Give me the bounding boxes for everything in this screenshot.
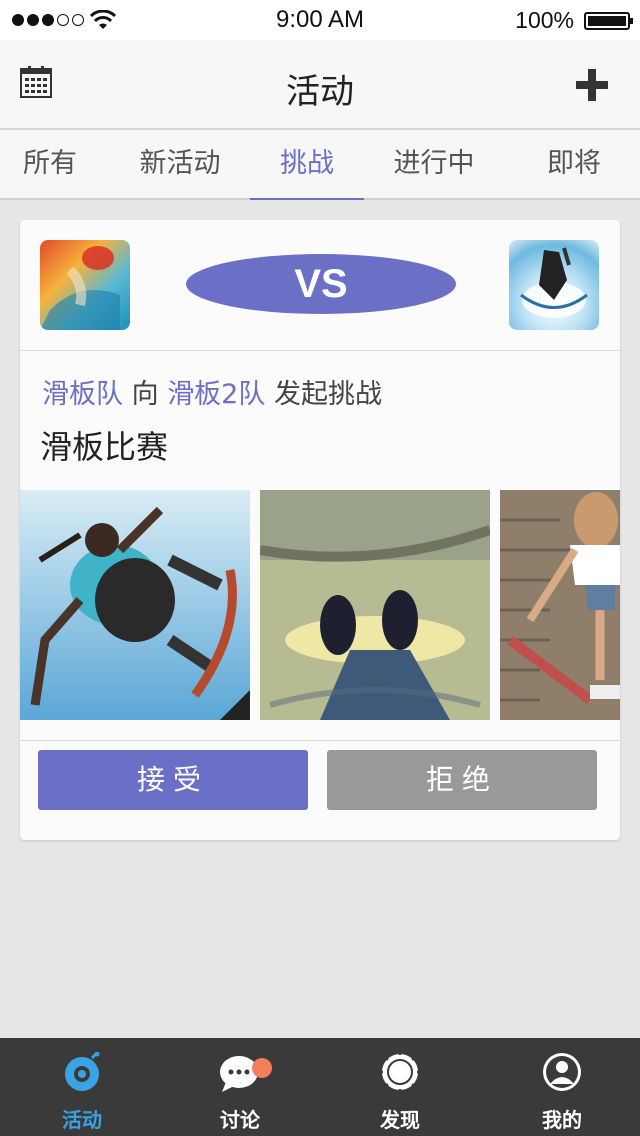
tab-new-activities[interactable]: 新活动: [124, 130, 236, 198]
tab-bar: 所有 新活动 挑战 进行中 即将: [0, 130, 640, 200]
challenger-team-avatar[interactable]: [40, 240, 130, 330]
nav-label: 发现: [380, 1108, 420, 1132]
challenge-card: VS 滑板队 向 滑板2队 发起挑战 滑板比赛 接受 拒绝: [20, 220, 620, 840]
profile-icon: [543, 1053, 581, 1091]
reject-button[interactable]: 拒绝: [327, 750, 597, 810]
battery-percentage: 100%: [515, 7, 574, 33]
nav-label: 活动: [62, 1108, 102, 1132]
event-photo-1[interactable]: [20, 490, 250, 720]
opponent-team-avatar[interactable]: [509, 240, 599, 330]
nav-label: 我的: [542, 1108, 582, 1132]
opponent-team-link[interactable]: 滑板2队: [167, 379, 265, 410]
nav-activity[interactable]: 活动: [2, 1038, 162, 1136]
card-divider: [20, 350, 620, 351]
event-title: 滑板比赛: [40, 428, 169, 466]
vs-badge: VS: [186, 254, 456, 314]
challenge-action: 发起挑战: [273, 379, 382, 410]
page-title: 活动: [286, 72, 354, 112]
tab-challenge[interactable]: 挑战: [250, 130, 364, 200]
header: 活动: [0, 40, 640, 130]
activity-icon: [65, 1052, 100, 1091]
challenge-description: 滑板队 向 滑板2队 发起挑战: [42, 372, 382, 411]
nav-label: 讨论: [220, 1108, 260, 1132]
challenge-connector: 向: [131, 379, 159, 410]
accept-button[interactable]: 接受: [38, 750, 308, 810]
event-photo-3[interactable]: [500, 490, 620, 720]
battery-icon: [584, 12, 633, 30]
nav-profile[interactable]: 我的: [482, 1038, 640, 1136]
event-photo-2[interactable]: [260, 490, 490, 720]
notification-badge-icon: [252, 1058, 272, 1078]
tab-upcoming[interactable]: 即将: [532, 130, 616, 198]
add-icon[interactable]: [576, 69, 608, 101]
bottom-nav: 活动 讨论 发现 我的: [0, 1038, 640, 1136]
status-bar: 9:00 AM 100%: [0, 0, 640, 40]
tab-all[interactable]: 所有: [8, 130, 92, 198]
card-divider: [20, 740, 620, 741]
nav-discover[interactable]: 发现: [320, 1038, 480, 1136]
tab-in-progress[interactable]: 进行中: [378, 130, 490, 198]
challenger-team-link[interactable]: 滑板队: [42, 379, 123, 410]
nav-discussion[interactable]: 讨论: [160, 1038, 320, 1136]
discover-icon: [380, 1052, 420, 1092]
